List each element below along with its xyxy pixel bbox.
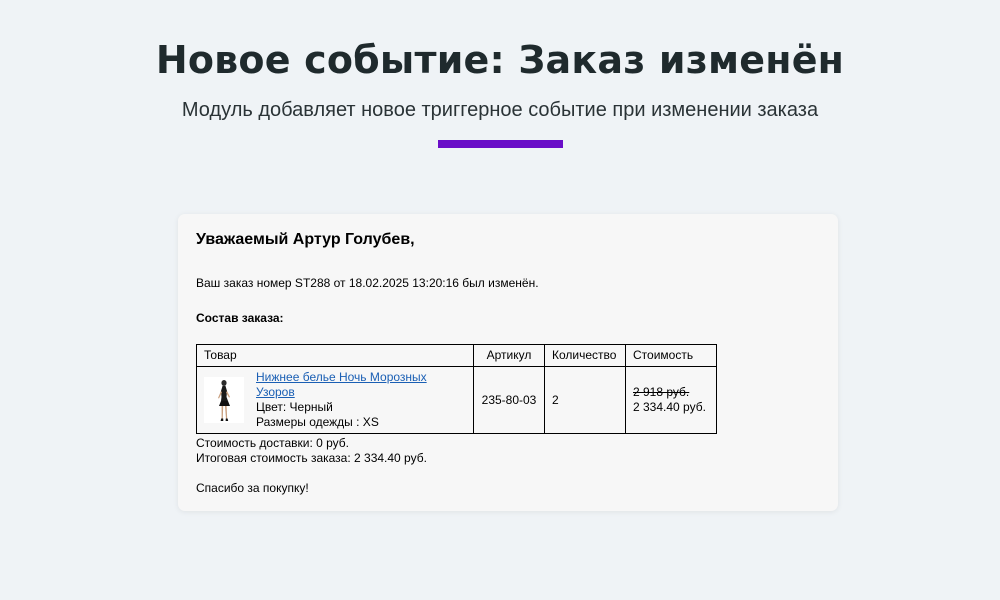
product-cell: Нижнее белье Ночь Морозных Узоров Цвет: … bbox=[196, 366, 474, 434]
column-header-cost: Стоимость bbox=[625, 344, 717, 367]
quantity-cell: 2 bbox=[544, 366, 626, 434]
sku-cell: 235-80-03 bbox=[473, 366, 545, 434]
current-price: 2 334.40 руб. bbox=[633, 400, 706, 414]
total-cost: Итоговая стоимость заказа: 2 334.40 руб. bbox=[196, 451, 427, 465]
email-greeting: Уважаемый Артур Голубев, bbox=[196, 231, 415, 248]
page-subtitle: Модуль добавляет новое триггерное событи… bbox=[181, 99, 819, 121]
order-changed-message: Ваш заказ номер ST288 от 18.02.2025 13:2… bbox=[196, 276, 539, 290]
column-header-sku: Артикул bbox=[473, 344, 545, 367]
column-header-quantity: Количество bbox=[544, 344, 626, 367]
product-color: Цвет: Черный bbox=[256, 400, 333, 414]
table-header-row: Товар Артикул Количество Стоимость bbox=[196, 344, 717, 367]
order-items-table: Товар Артикул Количество Стоимость Нижне… bbox=[196, 344, 717, 434]
product-size: Размеры одежды : XS bbox=[256, 415, 379, 429]
page-title: Новое событие: Заказ изменён bbox=[155, 38, 845, 82]
thanks-message: Спасибо за покупку! bbox=[196, 481, 309, 495]
order-summary: Стоимость доставки: 0 руб. Итоговая стои… bbox=[196, 436, 427, 466]
product-thumbnail-icon[interactable] bbox=[204, 377, 244, 423]
old-price: 2 918 руб. bbox=[633, 385, 690, 399]
order-composition-label: Состав заказа: bbox=[196, 311, 284, 325]
accent-divider bbox=[438, 140, 563, 148]
product-link[interactable]: Нижнее белье Ночь Морозных Узоров bbox=[256, 370, 427, 399]
delivery-cost: Стоимость доставки: 0 руб. bbox=[196, 436, 350, 450]
table-row: Нижнее белье Ночь Морозных Узоров Цвет: … bbox=[196, 366, 717, 434]
cost-cell: 2 918 руб. 2 334.40 руб. bbox=[625, 366, 717, 434]
email-preview-card: Уважаемый Артур Голубев, Ваш заказ номер… bbox=[178, 214, 838, 511]
column-header-product: Товар bbox=[196, 344, 474, 367]
